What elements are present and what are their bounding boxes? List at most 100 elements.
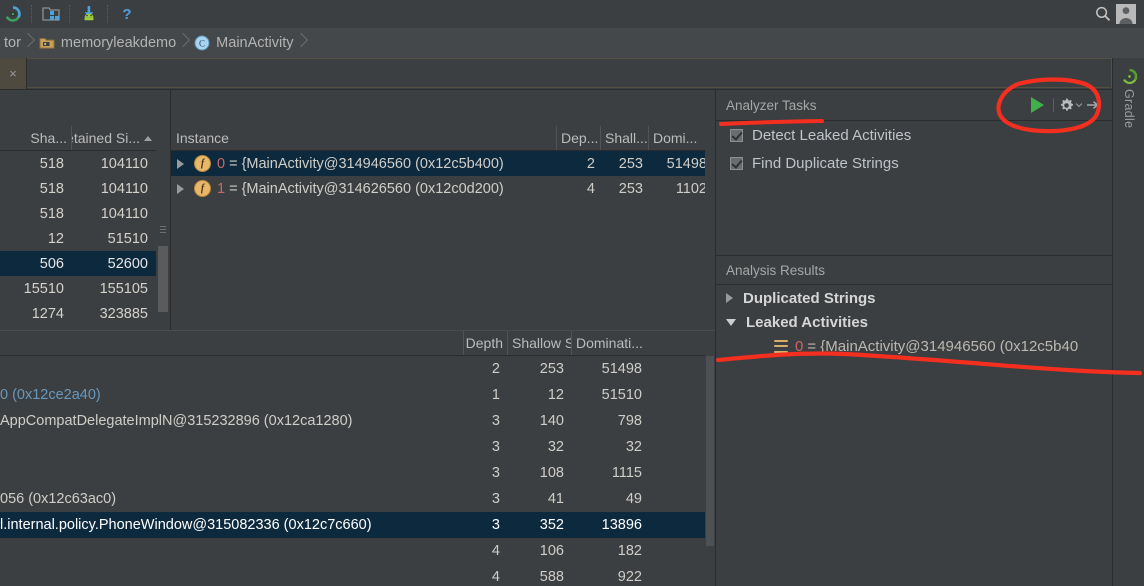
help-icon[interactable]: ?	[114, 2, 140, 26]
column-header-dominating-size[interactable]: Domi...	[649, 126, 713, 150]
chevron-right-icon[interactable]	[726, 293, 733, 303]
tree-group-row[interactable]: Duplicated Strings	[716, 286, 1112, 310]
sort-ascending-icon	[144, 135, 152, 141]
table-row[interactable]: 15510 155105	[0, 276, 156, 301]
cell-depth: 2	[586, 155, 595, 172]
chevron-down-icon[interactable]	[726, 318, 736, 326]
instance-table[interactable]: Instance Dep... Shall... Domi... f 0 = {Ma…	[171, 126, 715, 326]
column-header-retained-label: Retained Si...	[72, 130, 140, 146]
breadcrumb-separator-1	[178, 28, 190, 58]
hide-panel-icon	[1087, 100, 1101, 110]
column-header-depth[interactable]: Dep...	[557, 126, 601, 150]
column-header-shallow-size-label: Shall...	[605, 130, 648, 146]
breadcrumb-item-2[interactable]: C MainActivity	[190, 28, 295, 58]
result-index: 0	[795, 337, 804, 355]
right-tool-window-bar: Gradle	[1112, 58, 1144, 586]
hide-panel-button[interactable]	[1082, 93, 1106, 117]
cell-shallow-size: 518	[39, 155, 64, 172]
column-header-ref-dominating[interactable]: Dominati...	[572, 331, 654, 355]
table-row[interactable]: 518 104110	[0, 201, 156, 226]
class-table-scroll-thumb[interactable]	[158, 246, 168, 312]
table-row[interactable]: l.internal.policy.PhoneWindow@315082336 …	[0, 512, 715, 538]
tab-content-placeholder	[27, 58, 1112, 88]
table-row[interactable]: 3 108 1115	[0, 460, 715, 486]
editor-tab-strip: ×	[0, 58, 1144, 90]
breadcrumb-item-1[interactable]: memoryleakdemo	[35, 28, 178, 58]
analyzer-task-item[interactable]: Find Duplicate Strings	[716, 149, 1112, 177]
user-avatar-icon[interactable]	[1116, 4, 1136, 24]
analyzer-settings-button[interactable]	[1058, 93, 1082, 117]
cell-dominating-size: 1115	[611, 465, 642, 481]
table-row[interactable]: 4 106 182	[0, 538, 715, 564]
table-row[interactable]: 4 588 922	[0, 564, 715, 586]
project-structure-icon[interactable]	[38, 2, 64, 26]
table-row[interactable]: 518 104110	[0, 151, 156, 176]
checkbox-icon[interactable]	[730, 128, 743, 142]
table-row[interactable]: 506 52600	[0, 251, 156, 276]
column-header-instance[interactable]: Instance	[171, 126, 557, 150]
cell-dominating-size: 51498	[601, 361, 642, 377]
table-row[interactable]: 056 (0x12c63ac0) 3 41 49	[0, 486, 715, 512]
column-header-shallow-size[interactable]: Shall...	[601, 126, 649, 150]
column-header-shallow[interactable]: Sha...	[0, 126, 72, 150]
cell-retained-size: 104110	[100, 180, 148, 197]
breadcrumb-separator-0	[23, 28, 35, 58]
table-row[interactable]: f 0 = {MainActivity@314946560 (0x12c5b400)…	[171, 151, 715, 176]
folder-icon	[39, 36, 55, 50]
cell-shallow-size: 1274	[31, 305, 64, 322]
column-header-ref-depth[interactable]: Depth	[464, 331, 508, 355]
cell-depth: 3	[491, 439, 500, 455]
cell-shallow-size: 588	[539, 569, 564, 585]
column-header-depth-label: Dep...	[561, 130, 599, 146]
checkbox-icon[interactable]	[730, 156, 743, 170]
analyzer-task-item[interactable]: Detect Leaked Activities	[716, 121, 1112, 149]
table-row[interactable]: f 1 = {MainActivity@314626560 (0x12c0d200)…	[171, 176, 715, 201]
cell-retained-size: 155105	[99, 280, 148, 297]
instance-table-scrollbar[interactable]	[705, 150, 715, 326]
column-header-reference[interactable]	[0, 331, 464, 355]
tree-group-row[interactable]: Leaked Activities	[716, 310, 1112, 334]
cell-depth: 2	[491, 361, 500, 377]
toolbar-divider-1	[31, 5, 33, 23]
breadcrumb-item-0[interactable]: tor	[0, 28, 23, 58]
table-row[interactable]: 0 (0x12ce2a40) 1 12 51510	[0, 382, 715, 408]
class-histogram-table[interactable]: Sha... Retained Si... 518 104110 518 104110…	[0, 126, 156, 326]
tree-leaf-row[interactable]: 0 = {MainActivity@314946560 (0x12c5b40	[716, 334, 1112, 358]
sync-project-icon[interactable]	[0, 2, 26, 26]
chevron-right-icon[interactable]	[177, 183, 184, 194]
cell-shallow-size: 32	[547, 439, 564, 455]
table-row[interactable]: 1274 323885	[0, 301, 156, 326]
reference-table-scroll-thumb[interactable]	[706, 356, 714, 546]
analyzer-task-label: Detect Leaked Activities	[752, 126, 912, 144]
class-table-scrollbar[interactable]	[156, 126, 170, 326]
analyzer-tasks-toolbar	[1025, 93, 1112, 117]
column-header-ref-shallow[interactable]: Shallow Si...	[508, 331, 572, 355]
analysis-results-title: Analysis Results	[726, 262, 826, 278]
table-row[interactable]: 3 32 32	[0, 434, 715, 460]
table-row[interactable]: AppCompatDelegateImplN@315232896 (0x12ca…	[0, 408, 715, 434]
cell-retained-size: 104110	[100, 205, 148, 222]
search-icon[interactable]	[1090, 2, 1116, 26]
cell-shallow-size: 106	[539, 543, 564, 559]
play-icon	[1030, 97, 1044, 113]
column-header-retained[interactable]: Retained Si...	[72, 126, 156, 150]
cell-depth: 4	[586, 180, 595, 197]
cell-dominating-size: 13896	[601, 517, 642, 533]
toolbar-divider-3	[107, 5, 109, 23]
reference-tree-table[interactable]: Depth Shallow Si... Dominati... 2 253 5149…	[0, 330, 715, 586]
tab-close-button[interactable]: ×	[0, 58, 27, 90]
analyzer-tasks-title: Analyzer Tasks	[726, 97, 817, 113]
table-row[interactable]: 12 51510	[0, 226, 156, 251]
cell-instance: f 0 = {MainActivity@314946560 (0x12c5b400)	[171, 155, 557, 172]
chevron-right-icon[interactable]	[177, 158, 184, 169]
table-row[interactable]: 518 104110	[0, 176, 156, 201]
cell-depth: 3	[491, 465, 500, 481]
cell-reference-name: 0 (0x12ce2a40)	[0, 387, 101, 403]
tool-window-button-gradle[interactable]: Gradle	[1113, 62, 1144, 172]
run-analysis-button[interactable]	[1025, 93, 1049, 117]
column-header-ref-depth-label: Depth	[465, 335, 503, 351]
cell-dominating-size: 51498	[666, 155, 707, 172]
column-header-ref-shallow-label: Shallow Si...	[512, 335, 571, 351]
table-row[interactable]: 2 253 51498	[0, 356, 715, 382]
avd-download-icon[interactable]	[76, 2, 102, 26]
